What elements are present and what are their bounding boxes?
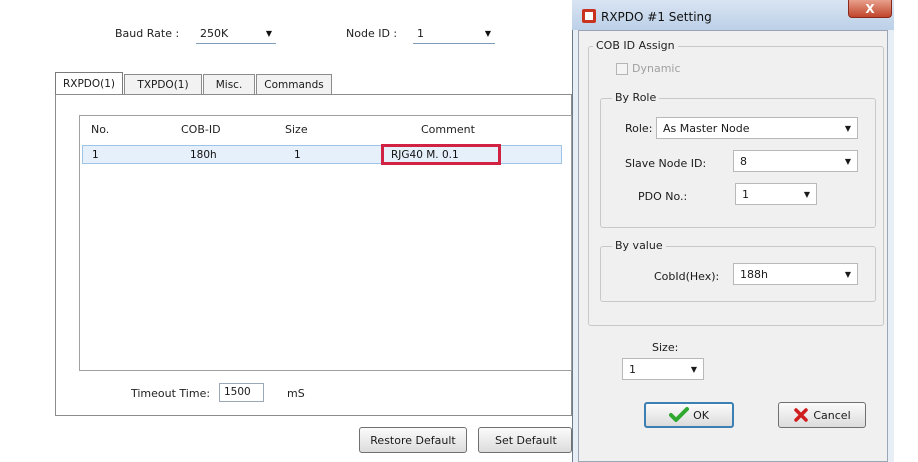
- chevron-down-icon: ▼: [803, 189, 810, 199]
- row-size-cell: 1: [294, 149, 301, 161]
- close-button[interactable]: X: [848, 0, 892, 18]
- ok-label: OK: [693, 408, 709, 422]
- cobid-hex-label: CobId(Hex):: [654, 270, 720, 283]
- cob-id-assign-label: COB ID Assign: [593, 39, 678, 52]
- chevron-down-icon: ▼: [265, 29, 272, 38]
- slave-node-id-value: 8: [740, 154, 747, 168]
- dialog-title: RXPDO #1 Setting: [601, 10, 712, 24]
- baud-rate-value: 250K: [200, 27, 229, 40]
- checkmark-icon: [669, 407, 690, 422]
- tab-commands[interactable]: Commands: [256, 74, 332, 94]
- tab-rxpdo[interactable]: RXPDO(1): [55, 72, 123, 94]
- node-id-label: Node ID :: [346, 27, 398, 40]
- pdo-no-label: PDO No.:: [638, 190, 688, 203]
- ok-button[interactable]: OK: [644, 402, 734, 428]
- size-value: 1: [629, 362, 636, 376]
- chevron-down-icon: ▼: [844, 269, 851, 279]
- node-id-select[interactable]: 1 ▼: [413, 24, 495, 44]
- row-cob-id-cell: 180h: [190, 149, 217, 161]
- role-label: Role:: [625, 122, 653, 135]
- chevron-down-icon: ▼: [844, 123, 851, 133]
- baud-rate-label: Baud Rate :: [115, 27, 180, 40]
- tab-txpdo[interactable]: TXPDO(1): [124, 74, 202, 94]
- dynamic-label: Dynamic: [632, 62, 681, 75]
- pdo-no-select[interactable]: 1 ▼: [735, 183, 817, 205]
- slave-node-id-select[interactable]: 8 ▼: [733, 150, 858, 172]
- pdo-no-value: 1: [742, 187, 749, 201]
- set-default-button[interactable]: Set Default: [478, 427, 572, 453]
- highlight-box: [381, 144, 501, 165]
- column-header-cob-id[interactable]: COB-ID: [181, 123, 221, 136]
- column-header-comment[interactable]: Comment: [421, 123, 475, 136]
- x-icon: [794, 408, 809, 422]
- slave-node-id-label: Slave Node ID:: [625, 157, 707, 170]
- timeout-unit-label: mS: [287, 387, 305, 400]
- size-select[interactable]: 1 ▼: [622, 358, 704, 380]
- by-value-label: By value: [612, 239, 666, 252]
- column-header-size[interactable]: Size: [285, 123, 308, 136]
- baud-rate-select[interactable]: 250K ▼: [196, 24, 276, 44]
- node-id-value: 1: [417, 27, 424, 40]
- chevron-down-icon: ▼: [844, 156, 851, 166]
- chevron-down-icon: ▼: [690, 364, 697, 374]
- chevron-down-icon: ▼: [484, 29, 491, 38]
- cancel-label: Cancel: [813, 408, 851, 422]
- role-value: As Master Node: [663, 121, 750, 135]
- column-header-no[interactable]: No.: [91, 123, 109, 136]
- size-label: Size:: [652, 341, 679, 354]
- role-select[interactable]: As Master Node ▼: [656, 117, 858, 139]
- restore-default-button[interactable]: Restore Default: [359, 427, 467, 453]
- by-role-label: By Role: [612, 91, 660, 104]
- app-icon: [582, 9, 596, 23]
- tab-misc[interactable]: Misc.: [203, 74, 255, 94]
- cobid-hex-value: 188h: [740, 267, 768, 281]
- cancel-button[interactable]: Cancel: [778, 402, 866, 428]
- row-no-cell: 1: [92, 149, 99, 161]
- timeout-label: Timeout Time:: [131, 387, 211, 400]
- dynamic-checkbox[interactable]: [616, 63, 628, 75]
- cobid-hex-select[interactable]: 188h ▼: [733, 263, 858, 285]
- timeout-input[interactable]: 1500: [219, 383, 264, 402]
- close-icon: X: [865, 1, 875, 16]
